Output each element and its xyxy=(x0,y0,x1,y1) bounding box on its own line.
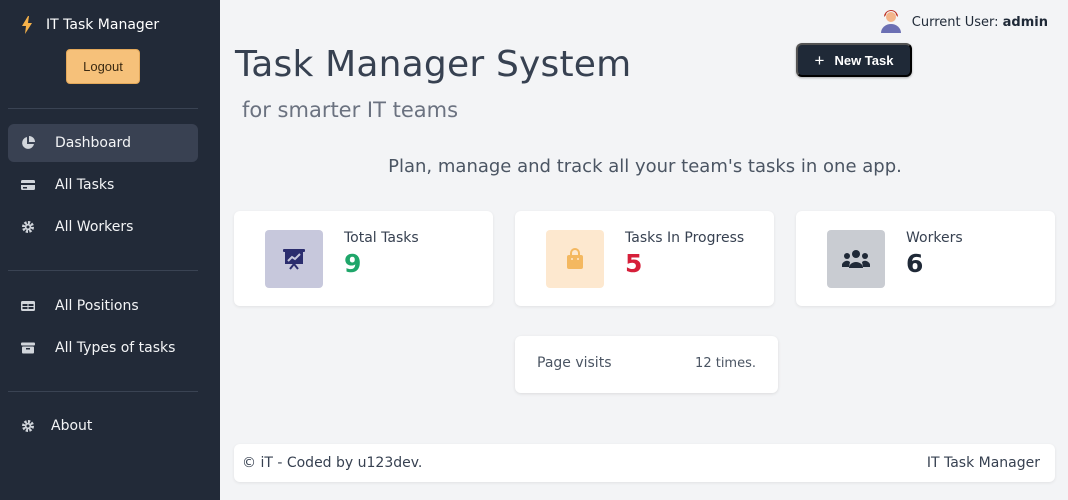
brand[interactable]: IT Task Manager xyxy=(20,16,159,34)
sidebar-item-dashboard[interactable]: Dashboard xyxy=(8,124,198,162)
sidebar-item-label: Dashboard xyxy=(55,135,131,151)
stat-value: 5 xyxy=(625,249,643,278)
table-icon xyxy=(20,298,36,314)
sidebar-item-label: All Workers xyxy=(55,219,134,235)
new-task-button[interactable]: + New Task xyxy=(796,43,912,77)
gear-icon xyxy=(20,418,36,434)
sidebar-divider xyxy=(8,108,198,109)
sidebar-item-label: All Positions xyxy=(55,298,139,314)
gear-icon xyxy=(20,219,36,235)
users-icon xyxy=(827,230,885,288)
sidebar-item-all-workers[interactable]: All Workers xyxy=(8,208,198,246)
brand-label: IT Task Manager xyxy=(46,17,160,33)
footer: © iT - Coded by u123dev. IT Task Manager xyxy=(234,444,1055,482)
stat-value: 6 xyxy=(906,249,924,278)
current-user-name: admin xyxy=(1002,14,1048,30)
stat-label: Total Tasks xyxy=(344,230,419,246)
tagline: Plan, manage and track all your team's t… xyxy=(388,156,902,177)
shopping-bag-icon xyxy=(546,230,604,288)
sidebar-item-all-tasks[interactable]: All Tasks xyxy=(8,166,198,204)
page-title: Task Manager System xyxy=(235,44,632,85)
logout-button[interactable]: Logout xyxy=(66,49,140,84)
page-visits-label: Page visits xyxy=(537,355,612,371)
pie-chart-icon xyxy=(20,135,36,151)
new-task-label: New Task xyxy=(834,52,894,68)
user-avatar-icon xyxy=(880,10,901,33)
footer-app-name: IT Task Manager xyxy=(926,455,1040,471)
stat-label: Tasks In Progress xyxy=(625,230,745,246)
stat-card-workers: Workers 6 xyxy=(796,211,1055,306)
page-subtitle: for smarter IT teams xyxy=(242,98,459,122)
page-visits-value: 12 times. xyxy=(695,356,756,371)
plus-icon: + xyxy=(814,50,825,70)
sidebar-item-all-positions[interactable]: All Positions xyxy=(8,287,198,325)
card-icon xyxy=(20,177,36,193)
sidebar-item-label: All Types of tasks xyxy=(55,340,176,356)
stat-label: Workers xyxy=(906,230,963,246)
sidebar-item-all-types-of-tasks[interactable]: All Types of tasks xyxy=(8,329,198,367)
sidebar: IT Task Manager Logout Dashboard All Tas… xyxy=(0,0,220,500)
stat-card-tasks-in-progress: Tasks In Progress 5 xyxy=(515,211,774,306)
archive-icon xyxy=(20,340,36,356)
current-user[interactable]: Current User: admin xyxy=(880,10,1048,34)
page-visits-card: Page visits 12 times. xyxy=(515,336,778,393)
sidebar-item-about[interactable]: About xyxy=(8,407,198,445)
stat-value: 9 xyxy=(344,249,362,278)
sidebar-item-label: About xyxy=(51,418,93,434)
lightning-icon xyxy=(22,16,32,34)
sidebar-item-label: All Tasks xyxy=(55,177,115,193)
stat-card-total-tasks: Total Tasks 9 xyxy=(234,211,493,306)
current-user-label: Current User: xyxy=(911,14,999,30)
sidebar-divider xyxy=(8,391,198,392)
presentation-chart-icon xyxy=(265,230,323,288)
footer-credit: © iT - Coded by u123dev. xyxy=(242,455,423,471)
sidebar-divider xyxy=(8,270,198,271)
